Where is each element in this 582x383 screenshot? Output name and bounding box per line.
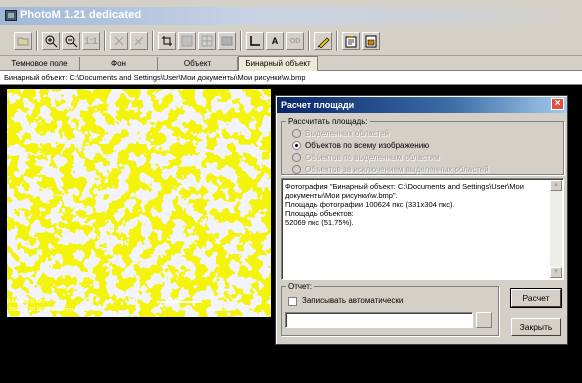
axis-icon[interactable] xyxy=(246,32,264,50)
radio-button[interactable] xyxy=(292,141,301,150)
image-viewport[interactable]: HV mag D WD 20.0 kV 10 000 x 10.0 mm ETD… xyxy=(0,86,277,383)
open-folder-icon[interactable] xyxy=(14,32,32,50)
vertical-scrollbar[interactable]: ▲ ▼ xyxy=(550,180,562,278)
radio-button[interactable] xyxy=(292,153,301,162)
text-icon[interactable]: A xyxy=(266,32,284,50)
results-text: Фотография "Бинарный объект: C:\Document… xyxy=(285,182,524,227)
zoom-in-icon[interactable] xyxy=(42,32,60,50)
clipboard-icon[interactable] xyxy=(342,32,360,50)
scroll-up-icon[interactable]: ▲ xyxy=(550,180,562,191)
report-group-label: Отчет: xyxy=(288,282,313,291)
tab-object[interactable]: Объект xyxy=(158,57,238,70)
radio-whole-image[interactable]: Объектов по всему изображению xyxy=(292,141,429,150)
scale-bar-label: 10 μm xyxy=(167,297,183,303)
sem-caption-line-2: 20.0 kV 10 000 x 10.0 mm ETD xyxy=(9,307,86,313)
toolbar-separator xyxy=(240,31,242,51)
calibrate-icon[interactable] xyxy=(130,32,148,50)
app-window: PhotoM 1.21 dedicated 1:1 A OD Темновое … xyxy=(0,0,582,383)
report-path-input[interactable] xyxy=(285,312,473,328)
radio-label: Выделенных областей xyxy=(305,129,390,138)
tab-binary-object[interactable]: Бинарный объект xyxy=(238,56,318,71)
scroll-down-icon[interactable]: ▼ xyxy=(550,267,562,278)
close-icon[interactable]: × xyxy=(551,98,564,110)
grid-icon[interactable] xyxy=(198,32,216,50)
area-calc-dialog: Расчет площади × Рассчитать площадь: Выд… xyxy=(275,95,568,345)
tab-background[interactable]: Фон xyxy=(80,57,158,70)
sem-info-strip: HV mag D WD 20.0 kV 10 000 x 10.0 mm ETD… xyxy=(7,297,271,317)
toolbar-separator xyxy=(104,31,106,51)
browse-button[interactable] xyxy=(476,312,492,328)
title-bar: PhotoM 1.21 dedicated xyxy=(0,0,582,25)
radio-objects-excluding-regions[interactable]: Объектов за исключением выделенных облас… xyxy=(292,165,489,174)
zoom-out-icon[interactable] xyxy=(62,32,80,50)
auto-write-checkbox[interactable] xyxy=(288,297,297,306)
binary-image-pattern xyxy=(7,89,271,317)
tab-dark-field[interactable]: Темновое поле xyxy=(0,57,80,70)
density-icon[interactable]: OD xyxy=(286,32,304,50)
sem-caption-right: CV-REST xyxy=(207,307,231,313)
radio-button[interactable] xyxy=(292,165,301,174)
auto-write-label: Записывать автоматически xyxy=(302,296,404,305)
cross-ruler-icon[interactable] xyxy=(110,32,128,50)
toolbar: 1:1 A OD xyxy=(0,25,582,56)
radio-objects-in-regions[interactable]: Объектов по выделенным областям xyxy=(292,153,440,162)
toolbar-separator xyxy=(336,31,338,51)
app-icon xyxy=(5,10,17,21)
toolbar-separator xyxy=(36,31,38,51)
toolbar-separator xyxy=(308,31,310,51)
stamp-icon[interactable] xyxy=(362,32,380,50)
close-button[interactable]: Закрыть xyxy=(511,318,561,336)
pencil-icon[interactable] xyxy=(314,32,332,50)
radio-button[interactable] xyxy=(292,129,301,138)
crop-icon[interactable] xyxy=(158,32,176,50)
results-textarea[interactable]: Фотография "Бинарный объект: C:\Document… xyxy=(281,178,564,280)
file-path-bar: Бинарный объект: C:\Documents and Settin… xyxy=(0,71,582,85)
radio-label: Объектов за исключением выделенных облас… xyxy=(305,165,489,174)
tab-bar: Темновое поле Фон Объект Бинарный объект xyxy=(0,56,582,71)
mask-icon[interactable] xyxy=(218,32,236,50)
radio-label: Объектов по выделенным областям xyxy=(305,153,440,162)
toolbar-separator xyxy=(152,31,154,51)
select-area-icon[interactable] xyxy=(178,32,196,50)
dialog-title: Расчет площади xyxy=(277,97,567,113)
radio-label: Объектов по всему изображению xyxy=(305,141,430,150)
binary-image[interactable] xyxy=(7,89,271,317)
calculate-button[interactable]: Расчет xyxy=(510,288,562,308)
actual-size-icon[interactable]: 1:1 xyxy=(82,32,100,50)
window-title: PhotoM 1.21 dedicated xyxy=(20,9,142,21)
calc-area-group: Рассчитать площадь: Выделенных областей … xyxy=(281,117,564,175)
radio-selected-regions[interactable]: Выделенных областей xyxy=(292,129,389,138)
calc-group-label: Рассчитать площадь: xyxy=(288,117,368,126)
sem-caption-line-1: HV mag D WD xyxy=(9,299,46,305)
